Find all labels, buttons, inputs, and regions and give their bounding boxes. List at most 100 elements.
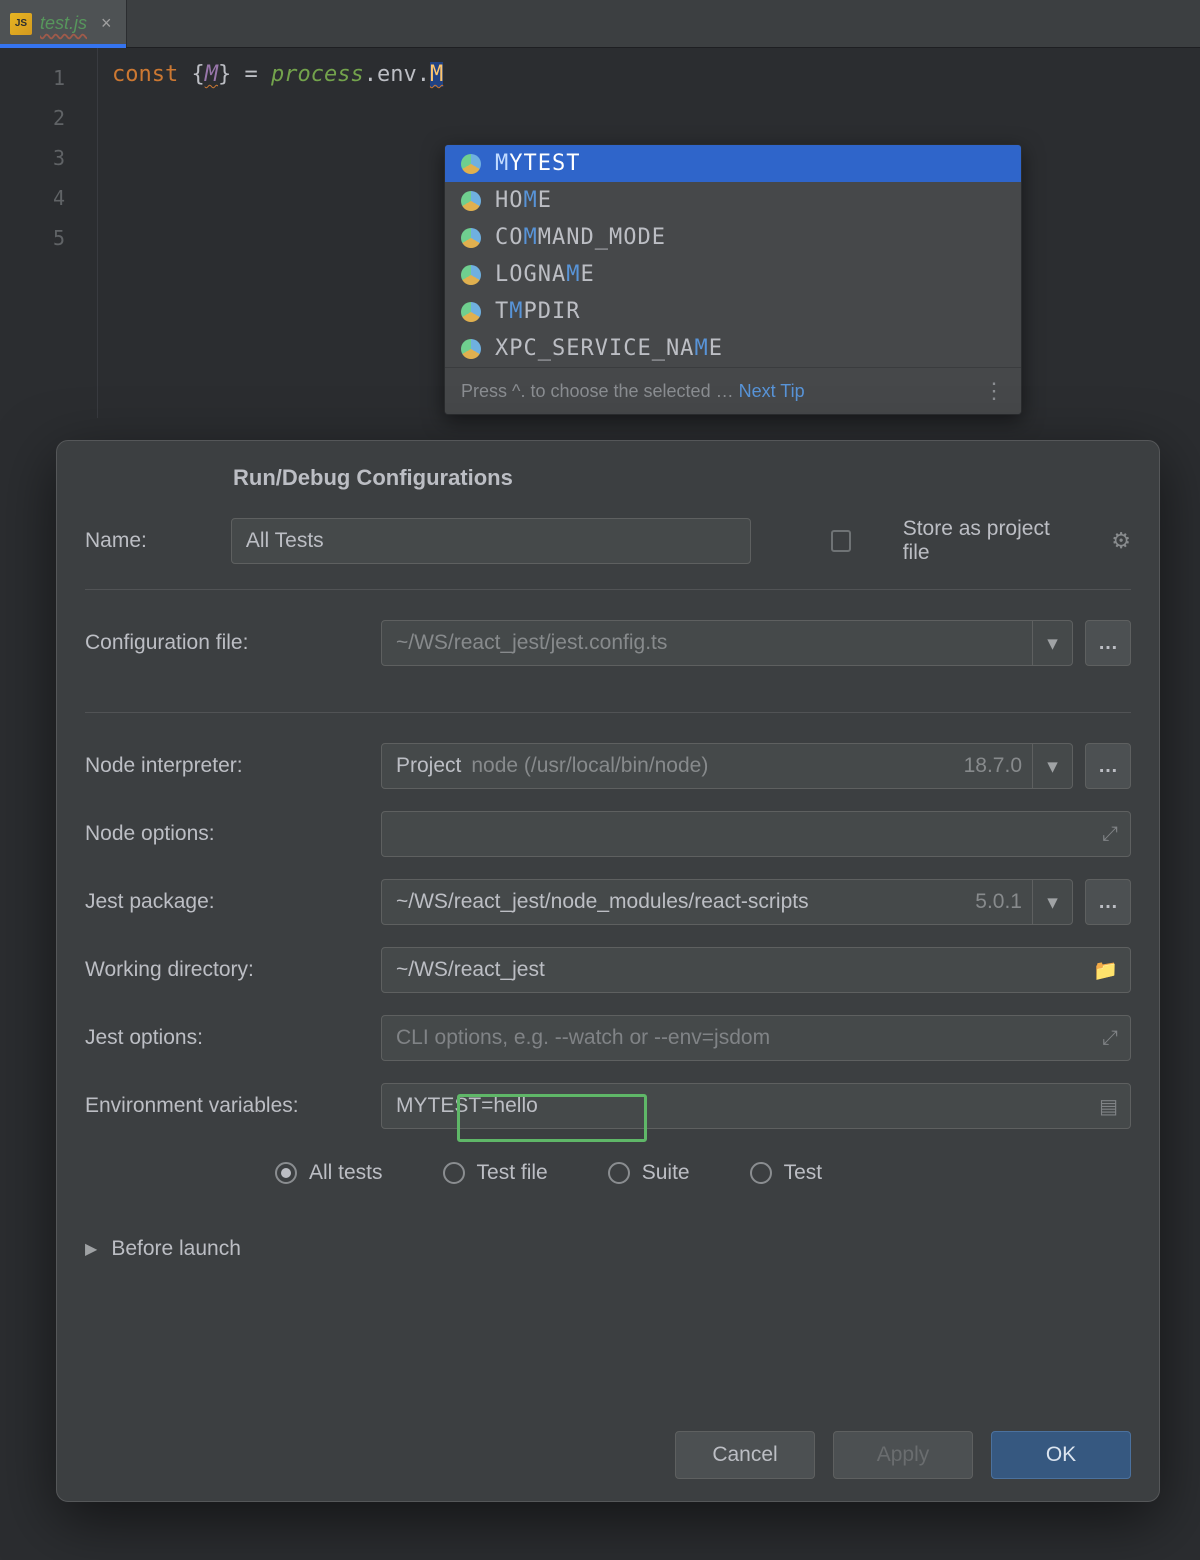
env-vars-input[interactable]: MYTEST=hello ▤	[381, 1083, 1131, 1129]
node-interpreter-combo[interactable]: Project node (/usr/local/bin/node) 18.7.…	[381, 743, 1073, 789]
workdir-input[interactable]: ~/WS/react_jest 📁	[381, 947, 1131, 993]
suggestion-text: HOME	[495, 188, 552, 213]
suggestion-text: XPC_SERVICE_NAME	[495, 336, 723, 361]
suggestion-icon	[461, 154, 481, 174]
line-number: 4	[0, 178, 97, 218]
jest-pkg-value: ~/WS/react_jest/node_modules/react-scrip…	[396, 890, 809, 914]
suggestion-icon	[461, 191, 481, 211]
autocomplete-item[interactable]: XPC_SERVICE_NAME	[445, 330, 1021, 367]
jest-package-combo[interactable]: ~/WS/react_jest/node_modules/react-scrip…	[381, 879, 1073, 925]
workdir-label: Working directory:	[85, 958, 381, 982]
expand-icon[interactable]: ⤢	[1102, 823, 1118, 846]
radio-label: Test file	[477, 1161, 548, 1185]
radio-label: Suite	[642, 1161, 690, 1185]
next-tip-link[interactable]: Next Tip	[739, 381, 805, 401]
node-options-input[interactable]: ⤢	[381, 811, 1131, 857]
radio-test[interactable]: Test	[750, 1161, 823, 1185]
interp-prefix: Project	[396, 754, 461, 778]
line-number: 5	[0, 218, 97, 258]
token-const: const	[112, 62, 178, 87]
config-file-label: Configuration file:	[85, 631, 381, 655]
autocomplete-item[interactable]: HOME	[445, 182, 1021, 219]
config-file-value: ~/WS/react_jest/jest.config.ts	[396, 631, 667, 655]
autocomplete-popup: MYTEST HOME COMMAND_MODE LOGNAME TMPDIR …	[444, 144, 1022, 415]
disclosure-triangle-icon[interactable]: ▶	[85, 1239, 97, 1259]
autocomplete-item[interactable]: MYTEST	[445, 145, 1021, 182]
autocomplete-item[interactable]: COMMAND_MODE	[445, 219, 1021, 256]
browse-button[interactable]: …	[1085, 620, 1131, 666]
code-editor[interactable]: 1 2 3 4 5 const {M} = process.env.M MYTE…	[0, 48, 1200, 418]
token-brace: {	[191, 62, 204, 87]
env-vars-label: Environment variables:	[85, 1094, 381, 1118]
jest-options-input[interactable]: CLI options, e.g. --watch or --env=jsdom…	[381, 1015, 1131, 1061]
suggestion-text: TMPDIR	[495, 299, 580, 324]
suggestion-icon	[461, 302, 481, 322]
browse-button[interactable]: …	[1085, 743, 1131, 789]
suggestion-icon	[461, 339, 481, 359]
store-label: Store as project file	[903, 517, 1062, 565]
token-cursor: M	[430, 62, 443, 87]
close-icon[interactable]: ×	[101, 13, 112, 34]
line-number: 3	[0, 138, 97, 178]
jest-options-label: Jest options:	[85, 1026, 381, 1050]
apply-label: Apply	[877, 1443, 930, 1467]
workdir-value: ~/WS/react_jest	[396, 958, 545, 982]
node-interpreter-label: Node interpreter:	[85, 754, 381, 778]
run-debug-dialog: Run/Debug Configurations Name: Store as …	[56, 440, 1160, 1502]
dialog-button-bar: Cancel Apply OK	[675, 1431, 1131, 1479]
token-env: env	[377, 62, 417, 87]
expand-icon[interactable]: ⤢	[1102, 1027, 1118, 1050]
list-icon[interactable]: ▤	[1099, 1094, 1118, 1119]
token-dot: .	[417, 62, 430, 87]
autocomplete-hint: Press ^. to choose the selected … Next T…	[461, 381, 805, 402]
suggestion-icon	[461, 265, 481, 285]
name-input[interactable]	[231, 518, 751, 564]
code-area[interactable]: const {M} = process.env.M	[98, 48, 457, 418]
suggestion-text: MYTEST	[495, 151, 580, 176]
suggestion-text: COMMAND_MODE	[495, 225, 666, 250]
env-vars-value: MYTEST=hello	[396, 1094, 538, 1118]
interp-value: node (/usr/local/bin/node)	[471, 754, 708, 778]
radio-test-file[interactable]: Test file	[443, 1161, 548, 1185]
ok-label: OK	[1046, 1443, 1076, 1467]
js-file-icon: JS	[10, 13, 32, 35]
token-var: M	[205, 62, 218, 87]
radio-label: Test	[784, 1161, 823, 1185]
autocomplete-item[interactable]: LOGNAME	[445, 256, 1021, 293]
name-label: Name:	[85, 529, 191, 553]
test-scope-radios: All tests Test file Suite Test	[85, 1151, 1131, 1185]
token-eq: =	[244, 62, 257, 87]
config-file-combo[interactable]: ~/WS/react_jest/jest.config.ts ▾	[381, 620, 1073, 666]
divider	[85, 589, 1131, 590]
suggestion-icon	[461, 228, 481, 248]
jest-package-label: Jest package:	[85, 890, 381, 914]
chevron-down-icon[interactable]: ▾	[1032, 880, 1072, 924]
divider	[85, 712, 1131, 713]
ok-button[interactable]: OK	[991, 1431, 1131, 1479]
apply-button[interactable]: Apply	[833, 1431, 973, 1479]
token-process: process	[271, 62, 364, 87]
gear-icon[interactable]: ⚙	[1111, 528, 1131, 554]
radio-suite[interactable]: Suite	[608, 1161, 690, 1185]
line-number: 1	[0, 58, 97, 98]
folder-icon[interactable]: 📁	[1093, 958, 1118, 983]
radio-all-tests[interactable]: All tests	[275, 1161, 383, 1185]
browse-button[interactable]: …	[1085, 879, 1131, 925]
chevron-down-icon[interactable]: ▾	[1032, 744, 1072, 788]
chevron-down-icon[interactable]: ▾	[1032, 621, 1072, 665]
editor-tabbar: JS test.js ×	[0, 0, 1200, 48]
autocomplete-item[interactable]: TMPDIR	[445, 293, 1021, 330]
interp-version: 18.7.0	[964, 754, 1022, 778]
tab-filename: test.js	[40, 13, 87, 34]
cancel-button[interactable]: Cancel	[675, 1431, 815, 1479]
jest-pkg-version: 5.0.1	[975, 890, 1022, 914]
before-launch-label[interactable]: Before launch	[111, 1237, 241, 1261]
file-tab[interactable]: JS test.js ×	[0, 0, 127, 47]
node-options-label: Node options:	[85, 822, 381, 846]
cancel-label: Cancel	[712, 1443, 777, 1467]
store-checkbox[interactable]	[831, 530, 851, 552]
more-icon[interactable]: ⋮	[983, 378, 1005, 404]
token-dot: .	[364, 62, 377, 87]
jest-options-placeholder: CLI options, e.g. --watch or --env=jsdom	[396, 1026, 770, 1050]
radio-label: All tests	[309, 1161, 383, 1185]
